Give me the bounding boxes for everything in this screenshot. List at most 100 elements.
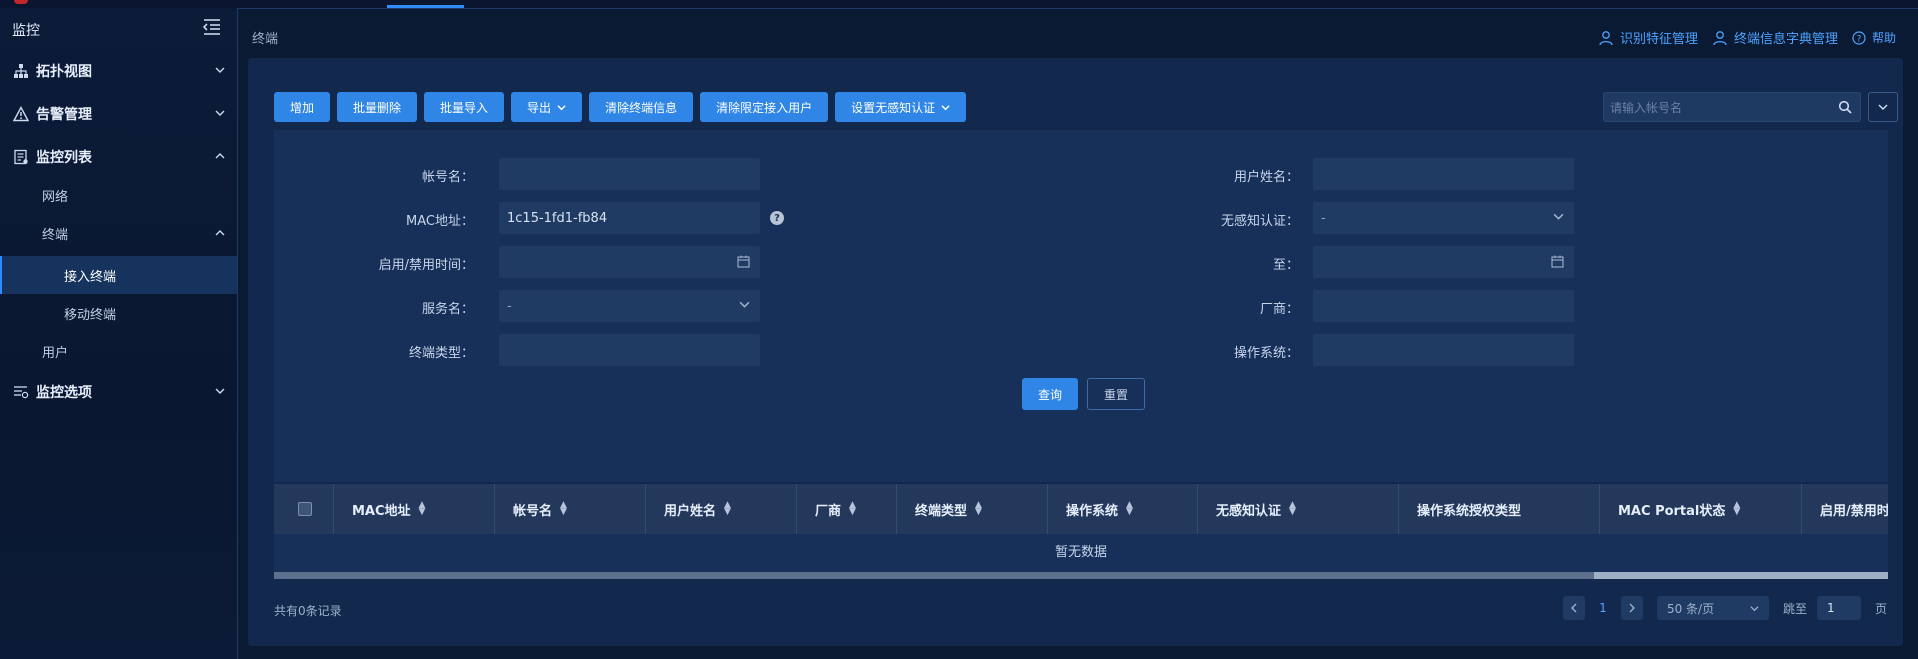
to-label: 至： bbox=[1272, 258, 1299, 273]
col-enable-time[interactable]: 启用/禁用时 bbox=[1802, 484, 1888, 534]
col-noauth[interactable]: 无感知认证 ▲ ▼ bbox=[1198, 484, 1399, 534]
end-time-picker[interactable] bbox=[1313, 246, 1574, 278]
select-all-cell bbox=[274, 484, 334, 534]
search-icon[interactable] bbox=[1838, 100, 1852, 114]
sidebar-item-terminal[interactable]: 终端 bbox=[0, 214, 237, 252]
jump-page-input[interactable]: 1 bbox=[1816, 596, 1861, 620]
sidebar-item-monitor-options[interactable]: 监控选项 bbox=[0, 373, 237, 411]
options-list-icon bbox=[12, 383, 30, 401]
svg-text:?: ? bbox=[1857, 34, 1862, 44]
active-top-tab-indicator[interactable] bbox=[387, 0, 464, 8]
noauth-label: 无感知认证： bbox=[1220, 214, 1299, 229]
username-field[interactable] bbox=[1313, 158, 1574, 190]
sidebar-item-alarm[interactable]: 告警管理 bbox=[0, 95, 237, 133]
service-select[interactable]: - bbox=[499, 290, 760, 322]
table-header: MAC地址 ▲ ▼ 帐号名 ▲ ▼ 用户姓名 ▲ ▼ 厂商 ▲ ▼ 终端类型 ▲ ▼ 操作系统 ▲ ▼ … bbox=[274, 484, 1888, 534]
sort-icon[interactable]: ▲ ▼ bbox=[1289, 501, 1296, 517]
chevron-right-icon bbox=[1629, 603, 1635, 613]
service-label: 服务名： bbox=[421, 302, 474, 317]
chevron-down-icon bbox=[739, 301, 750, 308]
terminal-type-field[interactable] bbox=[499, 334, 760, 366]
export-button[interactable]: 导出 bbox=[511, 92, 583, 122]
sort-icon[interactable]: ▲ ▼ bbox=[724, 501, 731, 517]
sidebar-item-monitor-list[interactable]: 监控列表 bbox=[0, 138, 237, 176]
sort-icon[interactable]: ▲ ▼ bbox=[560, 501, 567, 517]
sidebar-item-user[interactable]: 用户 bbox=[0, 332, 237, 370]
col-mac[interactable]: MAC地址 ▲ ▼ bbox=[334, 484, 495, 534]
feature-management-link[interactable]: 识别特征管理 bbox=[1598, 28, 1698, 47]
batch-delete-button[interactable]: 批量删除 bbox=[337, 92, 418, 122]
sidebar-header: 监控 bbox=[0, 8, 237, 48]
sidebar-item-network[interactable]: 网络 bbox=[0, 176, 237, 214]
account-field[interactable] bbox=[499, 158, 760, 190]
set-noauth-button[interactable]: 设置无感知认证 bbox=[835, 92, 967, 122]
chevron-down-icon bbox=[215, 67, 225, 73]
col-mac-portal-status[interactable]: MAC Portal状态 ▲ ▼ bbox=[1600, 484, 1802, 534]
col-terminal-type[interactable]: 终端类型 ▲ ▼ bbox=[897, 484, 1048, 534]
col-username[interactable]: 用户姓名 ▲ ▼ bbox=[646, 484, 797, 534]
scrollbar-thumb[interactable] bbox=[1594, 572, 1888, 579]
sort-icon[interactable]: ▲ ▼ bbox=[419, 501, 426, 517]
sort-icon[interactable]: ▲ ▼ bbox=[1126, 501, 1133, 517]
noauth-select[interactable]: - bbox=[1313, 202, 1574, 234]
advanced-search-toggle[interactable] bbox=[1868, 92, 1898, 122]
chevron-down-icon bbox=[1750, 605, 1759, 611]
help-label: 帮助 bbox=[1871, 31, 1896, 45]
account-search-box bbox=[1603, 92, 1861, 123]
horizontal-scrollbar[interactable] bbox=[274, 572, 1888, 579]
calendar-icon bbox=[737, 255, 750, 268]
sidebar-item-mobile-terminal[interactable]: 移动终端 bbox=[0, 294, 237, 332]
os-field[interactable] bbox=[1313, 334, 1574, 366]
search-form: 帐号名： 用户姓名： MAC地址： 1c15-1fd1-fb84 ? 无感知认证… bbox=[274, 130, 1888, 482]
sidebar-item-access-terminal[interactable]: 接入终端 bbox=[0, 256, 237, 294]
record-count: 共有0条记录 bbox=[274, 604, 342, 618]
col-account[interactable]: 帐号名 ▲ ▼ bbox=[495, 484, 646, 534]
sidebar-item-label: 拓扑视图 bbox=[36, 64, 92, 80]
select-all-checkbox[interactable] bbox=[298, 502, 312, 516]
terminal-dictionary-link[interactable]: 终端信息字典管理 bbox=[1712, 28, 1838, 47]
next-page-button[interactable] bbox=[1620, 596, 1643, 620]
jump-label: 跳至 bbox=[1782, 601, 1807, 616]
toolbar: 增加 批量删除 批量导入 导出 清除终端信息 清除限定接入用户 设置无感知认证 bbox=[274, 92, 967, 122]
mac-value: 1c15-1fd1-fb84 bbox=[507, 210, 608, 226]
help-link[interactable]: ? 帮助 bbox=[1852, 29, 1896, 46]
account-search-input[interactable] bbox=[1604, 93, 1832, 123]
list-document-icon bbox=[12, 148, 30, 166]
sort-icon[interactable]: ▲ ▼ bbox=[1733, 501, 1740, 517]
query-button[interactable]: 查询 bbox=[1022, 378, 1079, 410]
add-button[interactable]: 增加 bbox=[274, 92, 331, 122]
logo-mark bbox=[14, 0, 28, 4]
prev-page-button[interactable] bbox=[1562, 596, 1585, 620]
service-value: - bbox=[507, 298, 512, 314]
vendor-field[interactable] bbox=[1313, 290, 1574, 322]
top-nav-bar bbox=[0, 0, 1918, 9]
sort-icon[interactable]: ▲ ▼ bbox=[975, 501, 982, 517]
current-page[interactable]: 1 bbox=[1595, 601, 1611, 615]
user-icon bbox=[1713, 30, 1727, 45]
feature-management-label: 识别特征管理 bbox=[1619, 32, 1698, 47]
batch-import-button[interactable]: 批量导入 bbox=[424, 92, 505, 122]
clear-terminal-info-button[interactable]: 清除终端信息 bbox=[589, 92, 694, 122]
table-empty-message: 暂无数据 bbox=[274, 534, 1888, 572]
clear-restricted-users-button[interactable]: 清除限定接入用户 bbox=[700, 92, 829, 122]
page-size-value: 50 条/页 bbox=[1666, 601, 1715, 616]
sidebar-item-topology[interactable]: 拓扑视图 bbox=[0, 52, 237, 90]
reset-button[interactable]: 重置 bbox=[1087, 378, 1146, 410]
help-icon[interactable]: ? bbox=[770, 211, 784, 225]
menu-collapse-icon[interactable] bbox=[202, 18, 222, 38]
chevron-left-icon bbox=[1570, 603, 1577, 613]
sidebar-item-label: 用户 bbox=[42, 345, 69, 361]
help-icon: ? bbox=[1852, 30, 1866, 45]
sort-icon[interactable]: ▲ ▼ bbox=[849, 501, 856, 517]
col-vendor[interactable]: 厂商 ▲ ▼ bbox=[797, 484, 897, 534]
chevron-up-icon bbox=[215, 230, 225, 236]
start-time-picker[interactable] bbox=[499, 246, 760, 278]
vendor-label: 厂商： bbox=[1259, 302, 1299, 317]
mac-field[interactable]: 1c15-1fd1-fb84 bbox=[499, 202, 760, 234]
username-label: 用户姓名： bbox=[1233, 170, 1299, 185]
warning-icon bbox=[12, 105, 30, 123]
col-os[interactable]: 操作系统 ▲ ▼ bbox=[1048, 484, 1198, 534]
page-size-select[interactable]: 50 条/页 bbox=[1656, 596, 1769, 620]
noauth-value: - bbox=[1321, 210, 1326, 226]
sidebar-item-label: 监控列表 bbox=[36, 150, 92, 166]
